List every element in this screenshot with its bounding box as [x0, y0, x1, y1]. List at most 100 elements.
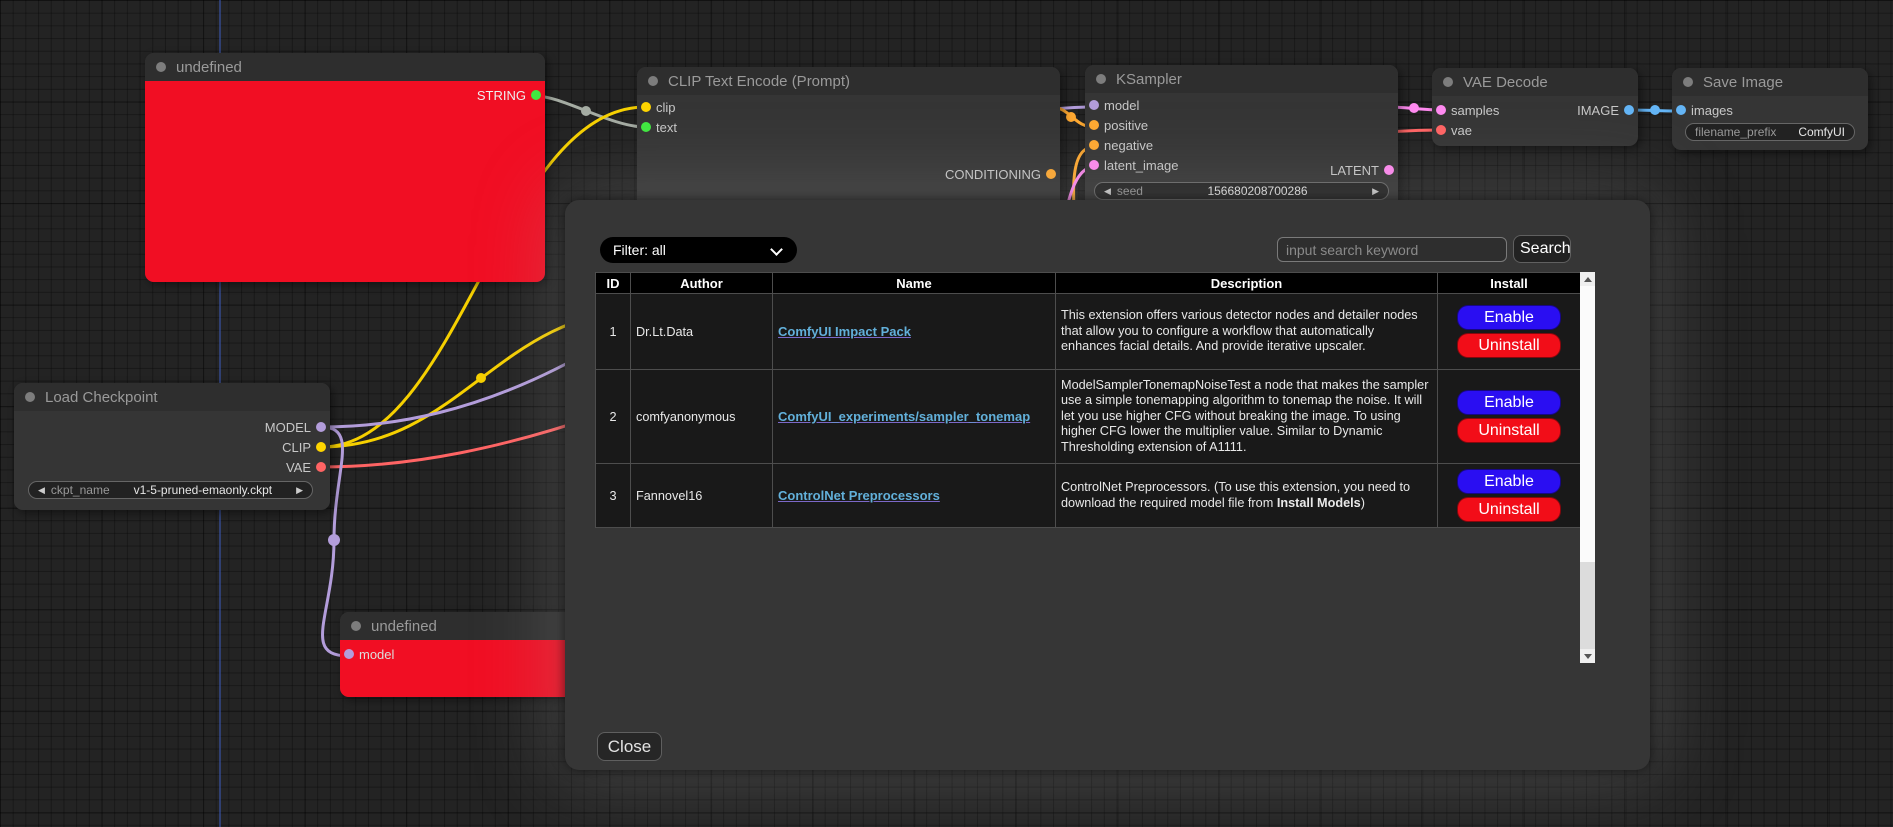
input-slot-positive[interactable]: positive	[1085, 115, 1398, 135]
cell-description: ControlNet Preprocessors. (To use this e…	[1056, 464, 1438, 528]
search-input[interactable]	[1277, 237, 1507, 262]
decrement-arrow-icon[interactable]: ◀	[1104, 183, 1111, 199]
collapse-icon[interactable]	[648, 76, 658, 86]
vae-slot-dot-icon[interactable]	[1436, 125, 1446, 135]
filter-select[interactable]: Filter: all	[600, 237, 797, 263]
extension-link[interactable]: ControlNet Preprocessors	[778, 488, 940, 503]
output-slot-latent[interactable]: LATENT	[1259, 160, 1398, 180]
node-titlebar[interactable]: KSampler	[1085, 65, 1398, 93]
scrollbar-down-icon[interactable]	[1580, 649, 1595, 663]
cell-author: Dr.Lt.Data	[631, 294, 773, 370]
collapse-icon[interactable]	[1683, 77, 1693, 87]
uninstall-button[interactable]: Uninstall	[1457, 497, 1561, 522]
node-titlebar[interactable]: undefined	[145, 53, 545, 81]
slot-label: LATENT	[1330, 163, 1379, 178]
enable-button[interactable]: Enable	[1457, 469, 1561, 494]
output-slot-image[interactable]	[1509, 68, 1638, 88]
model-slot-dot-icon[interactable]	[316, 422, 326, 432]
text-slot-dot-icon[interactable]	[641, 122, 651, 132]
node-vae-decode[interactable]: VAE Decode samples vae IMAGE	[1432, 68, 1638, 146]
cell-author: Fannovel16	[631, 464, 773, 528]
input-slot-model[interactable]: model	[1085, 95, 1398, 115]
scrollbar-thumb[interactable]	[1580, 286, 1595, 562]
uninstall-button[interactable]: Uninstall	[1457, 333, 1561, 358]
widget-value[interactable]: ComfyUI	[1782, 125, 1845, 139]
node-titlebar[interactable]: CLIP Text Encode (Prompt)	[637, 67, 1060, 95]
close-button[interactable]: Close	[597, 732, 662, 761]
node-canvas[interactable]: undefined STRING CLIP Text Encode (Promp…	[0, 0, 1893, 827]
latent-slot-dot-icon[interactable]	[1384, 165, 1394, 175]
conditioning-slot-dot-icon[interactable]	[1089, 120, 1099, 130]
table-row: 2 comfyanonymous ComfyUI_experiments/sam…	[596, 370, 1581, 464]
slot-label: vae	[1451, 123, 1472, 138]
filename-prefix-widget[interactable]: filename_prefix ComfyUI	[1685, 123, 1855, 141]
collapse-icon[interactable]	[1443, 77, 1453, 87]
image-slot-dot-icon[interactable]	[1624, 105, 1634, 115]
uninstall-button[interactable]: Uninstall	[1457, 418, 1561, 443]
output-slot-model[interactable]: MODEL	[14, 417, 330, 437]
scrollbar-up-icon[interactable]	[1580, 272, 1595, 286]
slot-label: text	[656, 120, 677, 135]
node-save-image[interactable]: Save Image images filename_prefix ComfyU…	[1672, 68, 1868, 150]
output-slot-image[interactable]: IMAGE	[1509, 100, 1638, 120]
slot-label: latent_image	[1104, 158, 1178, 173]
cell-id: 1	[596, 294, 631, 370]
table-row: 3 Fannovel16 ControlNet Preprocessors Co…	[596, 464, 1581, 528]
input-slot-text[interactable]: text	[637, 117, 1060, 137]
cell-description: This extension offers various detector n…	[1056, 294, 1438, 370]
model-slot-dot-icon[interactable]	[344, 649, 354, 659]
table-row: 1 Dr.Lt.Data ComfyUI Impact Pack This ex…	[596, 294, 1581, 370]
node-title-text: CLIP Text Encode (Prompt)	[668, 73, 850, 90]
extension-link[interactable]: ComfyUI Impact Pack	[778, 324, 911, 339]
conditioning-slot-dot-icon[interactable]	[1089, 140, 1099, 150]
node-load-checkpoint[interactable]: Load Checkpoint MODEL CLIP VAE ◀ ckpt_na…	[14, 383, 330, 510]
collapse-icon[interactable]	[25, 392, 35, 402]
input-slot-vae[interactable]: vae	[1432, 120, 1638, 140]
slot-label: negative	[1104, 138, 1153, 153]
slot-label: positive	[1104, 118, 1148, 133]
decrement-arrow-icon[interactable]: ◀	[38, 482, 45, 498]
vae-slot-dot-icon[interactable]	[316, 462, 326, 472]
collapse-icon[interactable]	[351, 621, 361, 631]
input-slot-clip[interactable]: clip	[637, 97, 1060, 117]
widget-value[interactable]: 156680208700286	[1149, 184, 1366, 198]
slot-label: STRING	[477, 88, 526, 103]
increment-arrow-icon[interactable]: ▶	[296, 482, 303, 498]
image-slot-dot-icon[interactable]	[1676, 105, 1686, 115]
output-slot-clip[interactable]: CLIP	[14, 437, 330, 457]
latent-slot-dot-icon[interactable]	[1089, 160, 1099, 170]
node-title-text: KSampler	[1116, 71, 1182, 88]
node-titlebar[interactable]: Save Image	[1672, 68, 1868, 96]
input-slot-negative[interactable]: negative	[1085, 135, 1398, 155]
widget-value[interactable]: v1-5-pruned-emaonly.ckpt	[116, 483, 290, 497]
table-scrollbar[interactable]	[1580, 272, 1595, 663]
clip-slot-dot-icon[interactable]	[316, 442, 326, 452]
column-header-install: Install	[1438, 273, 1581, 294]
node-ksampler[interactable]: KSampler model positive negative latent_…	[1085, 65, 1398, 213]
increment-arrow-icon[interactable]: ▶	[1372, 183, 1379, 199]
seed-widget[interactable]: ◀ seed 156680208700286 ▶	[1094, 182, 1389, 200]
node-undefined-top[interactable]: undefined STRING	[145, 53, 545, 282]
output-slot-string[interactable]: STRING	[145, 85, 545, 105]
conditioning-slot-dot-icon[interactable]	[1046, 169, 1056, 179]
output-slot-conditioning[interactable]: CONDITIONING	[821, 164, 1060, 184]
slot-label: CLIP	[282, 440, 311, 455]
enable-button[interactable]: Enable	[1457, 305, 1561, 330]
string-slot-dot-icon[interactable]	[531, 90, 541, 100]
model-slot-dot-icon[interactable]	[1089, 100, 1099, 110]
collapse-icon[interactable]	[156, 62, 166, 72]
node-title-text: undefined	[371, 618, 437, 635]
enable-button[interactable]: Enable	[1457, 390, 1561, 415]
column-header-author: Author	[631, 273, 773, 294]
clip-slot-dot-icon[interactable]	[641, 102, 651, 112]
latent-slot-dot-icon[interactable]	[1436, 105, 1446, 115]
input-slot-images[interactable]: images	[1672, 100, 1868, 120]
search-button[interactable]: Search	[1513, 235, 1571, 263]
output-slot-vae[interactable]: VAE	[14, 457, 330, 477]
node-titlebar[interactable]: Load Checkpoint	[14, 383, 330, 411]
extension-link[interactable]: ComfyUI_experiments/sampler_tonemap	[778, 409, 1030, 424]
cell-id: 3	[596, 464, 631, 528]
ckpt-name-widget[interactable]: ◀ ckpt_name v1-5-pruned-emaonly.ckpt ▶	[28, 481, 313, 499]
slot-label: VAE	[286, 460, 311, 475]
collapse-icon[interactable]	[1096, 74, 1106, 84]
